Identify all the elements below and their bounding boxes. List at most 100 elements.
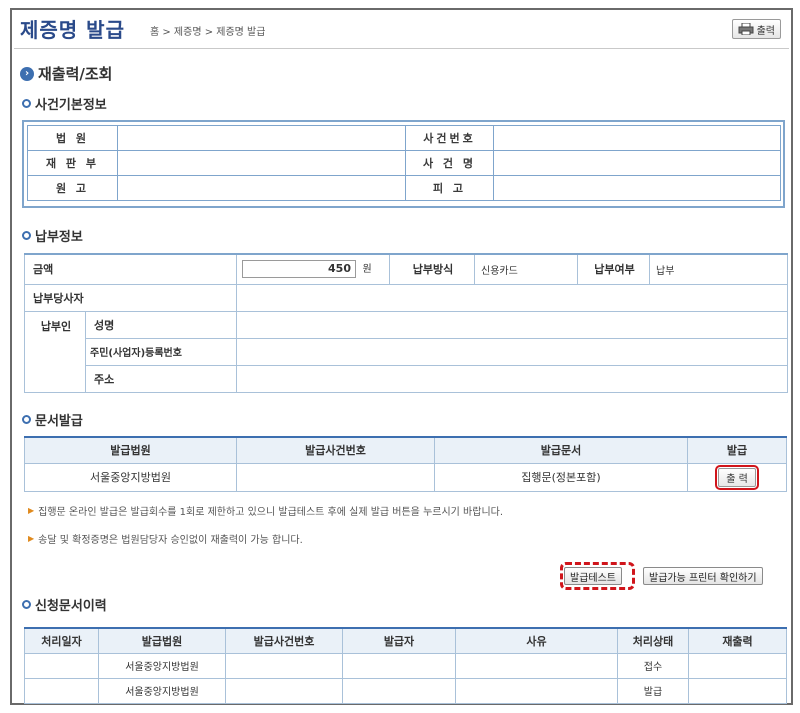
case-number-label: 사건번호 — [405, 125, 494, 151]
court-value — [117, 125, 406, 151]
cell-reprint — [688, 677, 787, 704]
notice-2: ▶ 송달 및 확정증명은 법원담당자 승인없이 재출력이 가능 합니다. — [28, 531, 303, 546]
case-number-value — [493, 125, 781, 151]
history-table: 처리일자 발급법원 발급사건번호 발급자 사유 처리상태 재출력 서울중앙지방법… — [24, 627, 787, 704]
table-row: 서울중앙지방법원 발급 — [24, 677, 787, 704]
payer-name-value — [236, 310, 788, 339]
arrow-right-icon: › — [20, 66, 34, 81]
cell-case-number — [225, 677, 343, 704]
row-court: 서울중앙지방법원 — [24, 462, 237, 492]
payer-address-value — [236, 364, 788, 393]
cell-reason — [455, 677, 618, 704]
cell-reprint — [688, 652, 787, 679]
payment-method-label: 납부방식 — [389, 253, 475, 285]
table-row: 금액 450 원 납부방식 신용카드 납부여부 납부 — [24, 253, 788, 285]
notice-1-text: 집행문 온라인 발급은 발급회수를 1회로 제한하고 있으니 발급테스트 후에 … — [38, 507, 504, 518]
triangle-bullet-icon: ▶ — [28, 534, 35, 543]
table-row: 서울중앙지방법원 접수 — [24, 652, 787, 679]
table-row: 주민(사업자)등록번호 — [25, 337, 788, 366]
table-row: 원 고 피 고 — [27, 175, 781, 201]
payment-status-label: 납부여부 — [577, 253, 650, 285]
col-case-number: 발급사건번호 — [225, 627, 343, 654]
payment-heading-label: 납부정보 — [35, 230, 83, 245]
cell-reason — [455, 652, 618, 679]
payer-address-label: 주소 — [85, 364, 237, 393]
payment-party-value — [236, 283, 788, 312]
issue-print-button[interactable]: 출 력 — [715, 464, 759, 490]
amount-unit: 원 — [362, 264, 372, 276]
col-status: 처리상태 — [617, 627, 689, 654]
section-reprint-heading: › 재출력/조회 — [20, 63, 112, 84]
bullet-circle-icon — [22, 600, 31, 609]
amount-field[interactable]: 450 — [242, 260, 356, 279]
bullet-circle-icon — [22, 415, 31, 424]
notice-1: ▶ 집행문 온라인 발급은 발급회수를 1회로 제한하고 있으니 발급테스트 후… — [28, 503, 503, 518]
table-header-row: 발급법원 발급사건번호 발급문서 발급 — [24, 436, 787, 464]
col-reprint: 재출력 — [688, 627, 787, 654]
cell-status: 접수 — [617, 652, 689, 679]
court-label: 법 원 — [27, 125, 118, 151]
payer-id-label: 주민(사업자)등록번호 — [85, 337, 237, 366]
case-name-label: 사 건 명 — [405, 150, 494, 176]
case-info-table: 법 원 사건번호 재 판 부 사 건 명 원 고 피 고 — [27, 125, 781, 201]
division-label: 재 판 부 — [27, 150, 118, 176]
row-document: 집행문(정본포함) — [434, 462, 688, 492]
table-header-row: 처리일자 발급법원 발급사건번호 발급자 사유 처리상태 재출력 — [24, 627, 787, 654]
payment-status-value: 납부 — [649, 253, 788, 285]
print-button[interactable]: 출력 — [731, 19, 781, 39]
printer-icon — [738, 23, 754, 35]
defendant-label: 피 고 — [405, 175, 494, 201]
case-info-heading-label: 사건기본정보 — [35, 98, 107, 113]
row-issue-cell: 출 력 — [687, 462, 787, 492]
triangle-bullet-icon: ▶ — [28, 506, 35, 515]
defendant-value — [493, 175, 781, 201]
doc-issue-table: 발급법원 발급사건번호 발급문서 발급 서울중앙지방법원 집행문(정본포함) 출… — [24, 436, 787, 492]
cell-issuer — [342, 677, 456, 704]
payment-heading: 납부정보 — [22, 226, 83, 245]
cell-date — [24, 652, 99, 679]
history-heading-label: 신청문서이력 — [35, 599, 107, 614]
case-info-heading: 사건기본정보 — [22, 94, 107, 113]
cell-court: 서울중앙지방법원 — [98, 652, 226, 679]
table-row: 주소 — [25, 364, 788, 393]
table-row: 법 원 사건번호 — [27, 125, 781, 151]
cell-date — [24, 677, 99, 704]
amount-label: 금액 — [24, 253, 237, 285]
bullet-circle-icon — [22, 99, 31, 108]
plaintiff-value — [117, 175, 406, 201]
title-divider — [14, 48, 789, 49]
payer-id-value — [236, 337, 788, 366]
doc-issue-heading: 문서발급 — [22, 410, 83, 429]
col-date: 처리일자 — [24, 627, 99, 654]
doc-issue-heading-label: 문서발급 — [35, 414, 83, 429]
table-row: 납부당사자 — [24, 283, 788, 312]
row-case-number — [236, 462, 435, 492]
notice-2-text: 송달 및 확정증명은 법원담당자 승인없이 재출력이 가능 합니다. — [38, 535, 303, 546]
table-row: 납부인 성명 — [24, 310, 788, 393]
col-document: 발급문서 — [434, 436, 688, 464]
cell-case-number — [225, 652, 343, 679]
section-reprint-label: 재출력/조회 — [38, 65, 113, 83]
col-issuer: 발급자 — [342, 627, 456, 654]
page-title: 제증명 발급 — [20, 18, 125, 42]
issue-test-button[interactable]: 발급테스트 — [564, 567, 622, 585]
bullet-circle-icon — [22, 231, 31, 240]
payer-name-label: 성명 — [85, 310, 237, 339]
amount-cell: 450 원 — [236, 253, 390, 285]
check-printer-button[interactable]: 발급가능 프린터 확인하기 — [643, 567, 763, 585]
main-frame: 제증명 발급 홈 > 제증명 > 제증명 발급 출력 › 재출력/조회 사건기본… — [10, 8, 793, 705]
table-row: 재 판 부 사 건 명 — [27, 150, 781, 176]
payment-table: 금액 450 원 납부방식 신용카드 납부여부 납부 납부당사자 납부인 성명 … — [24, 253, 788, 393]
cell-status: 발급 — [617, 677, 689, 704]
col-case-number: 발급사건번호 — [236, 436, 435, 464]
print-button-label: 출력 — [756, 25, 775, 37]
cell-issuer — [342, 652, 456, 679]
history-heading: 신청문서이력 — [22, 595, 107, 614]
payment-party-label: 납부당사자 — [24, 283, 237, 312]
payer-label: 납부인 — [24, 310, 86, 393]
case-name-value — [493, 150, 781, 176]
table-row: 서울중앙지방법원 집행문(정본포함) 출 력 — [24, 462, 787, 492]
col-issue: 발급 — [687, 436, 787, 464]
division-value — [117, 150, 406, 176]
col-court: 발급법원 — [98, 627, 226, 654]
